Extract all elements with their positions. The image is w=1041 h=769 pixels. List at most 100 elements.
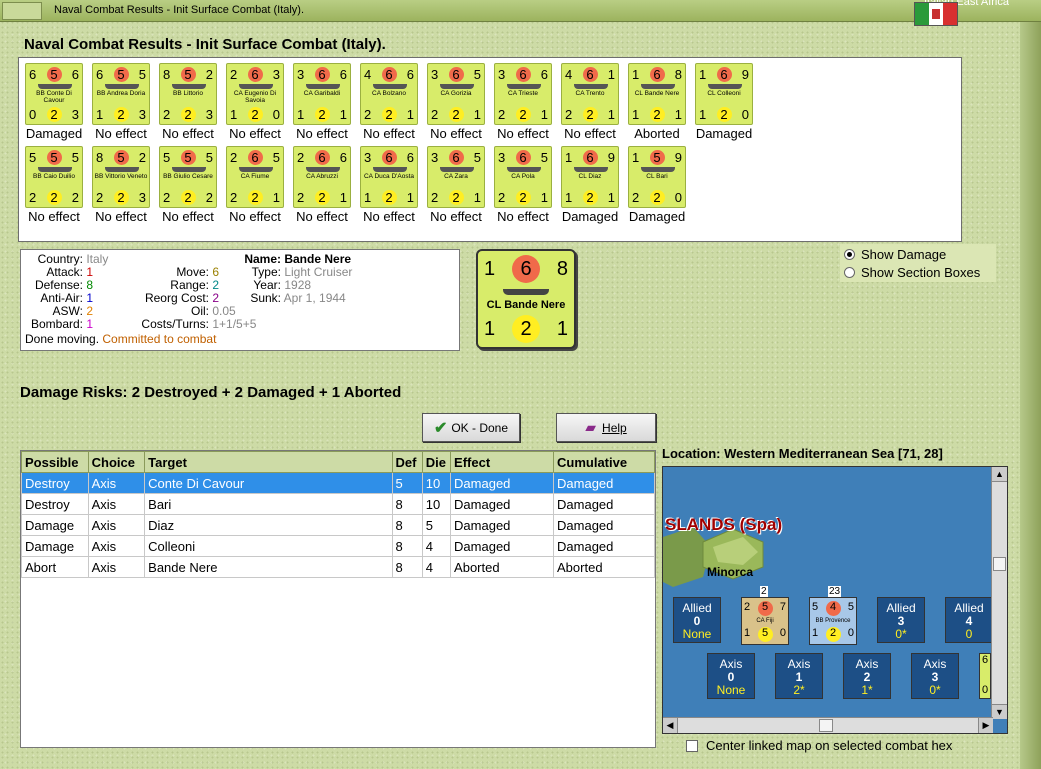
table-row[interactable]: Destroy Axis Conte Di Cavour 5 10 Damaged Dama… xyxy=(21,472,655,494)
table-cell: Diaz xyxy=(144,514,393,536)
unit-card[interactable]: 4 6 1 CA Trento 2 2 1 No effect xyxy=(557,63,623,141)
map-horizontal-scrollbar[interactable]: ◀ ▶ xyxy=(663,717,993,733)
table-row[interactable]: Damage Axis Colleoni 8 4 Damaged Damaged xyxy=(21,535,655,557)
ok-done-button[interactable]: ✔ OK - Done xyxy=(422,413,520,442)
unit-card[interactable]: 3 6 6 CA Garibaldi 1 2 1 No effect xyxy=(289,63,355,141)
scroll-thumb[interactable] xyxy=(993,557,1006,571)
chit-aa: 1 xyxy=(699,107,707,122)
table-row[interactable]: Damage Axis Diaz 8 5 Damaged Damaged xyxy=(21,514,655,536)
unit-card[interactable]: 3 6 6 CA Trieste 2 2 1 No effect xyxy=(490,63,556,141)
table-row[interactable]: Destroy Axis Bari 8 10 Damaged Damaged xyxy=(21,493,655,515)
chit-attack: 4 xyxy=(364,67,372,82)
column-header[interactable]: Target xyxy=(144,451,393,473)
unit-card[interactable]: 6 5 5 BB Andrea Doria 1 2 3 No effect xyxy=(88,63,154,141)
unit-card[interactable]: 3 6 5 CA Gorizia 2 2 1 No effect xyxy=(423,63,489,141)
map-unit-chit[interactable]: 2 2 5 7 CA Fiji 1 5 0 xyxy=(741,586,789,645)
column-header[interactable]: Possible xyxy=(21,451,89,473)
unit-chit[interactable]: 4 6 6 CA Bolzano 2 2 1 xyxy=(360,63,418,125)
section-box[interactable]: Axis 1 2* xyxy=(775,653,823,699)
section-box[interactable]: Axis 0 None xyxy=(707,653,755,699)
unit-card[interactable]: 1 6 8 CL Bande Nere 1 2 1 Aborted xyxy=(624,63,690,141)
unit-card[interactable]: 1 6 9 CL Colleoni 1 2 0 Damaged xyxy=(691,63,757,141)
chit-defense: 5 xyxy=(46,150,62,165)
unit-card[interactable]: 8 5 2 BB Vittorio Veneto 2 2 3 No effect xyxy=(88,146,154,224)
section-box[interactable]: Allied 0 None xyxy=(673,597,721,643)
unit-card[interactable]: 2 6 5 CA Fiume 2 2 1 No effect xyxy=(222,146,288,224)
chit-bottom-stats: 121 xyxy=(361,190,417,205)
section-box[interactable]: Allied 4 0 xyxy=(945,597,993,643)
unit-card[interactable]: 3 6 5 CA Pola 2 2 1 No effect xyxy=(490,146,556,224)
chit-move: 7 xyxy=(779,601,786,613)
combat-map[interactable]: SLANDS (Spa) Minorca Allied 0 None Allied 3 0… xyxy=(662,466,1008,734)
chit-aa: 1 xyxy=(297,107,305,122)
scroll-down-icon[interactable]: ▼ xyxy=(992,704,1007,719)
map-vertical-scrollbar[interactable]: ▲ ▼ xyxy=(991,467,1007,719)
show-damage-radio[interactable]: Show Damage xyxy=(844,247,946,262)
chit-move: 5 xyxy=(272,150,280,165)
column-header[interactable]: Choice xyxy=(87,451,146,473)
unit-card[interactable]: 3 6 5 CA Zara 2 2 1 No effect xyxy=(423,146,489,224)
section-box[interactable]: Axis 3 0* xyxy=(911,653,959,699)
chit-move: 9 xyxy=(674,150,682,165)
range-label: Range: xyxy=(170,278,209,292)
unit-chit[interactable]: 3 6 6 CA Garibaldi 1 2 1 xyxy=(293,63,351,125)
unit-card[interactable]: 5 5 5 BB Caio Duilio 2 2 2 No effect xyxy=(21,146,87,224)
help-button[interactable]: ▰ Help xyxy=(556,413,656,442)
chit-aa: 2 xyxy=(431,107,439,122)
table-cell: 5 xyxy=(421,514,452,536)
chit-bottom-stats: 221 xyxy=(428,190,484,205)
table-row[interactable]: Abort Axis Bande Nere 8 4 Aborted Aborted xyxy=(21,556,655,578)
section-box[interactable]: Allied 3 0* xyxy=(877,597,925,643)
unit-result: No effect xyxy=(497,126,549,141)
unit-card[interactable]: 5 5 5 BB Giulio Cesare 2 2 2 No effect xyxy=(155,146,221,224)
column-header[interactable]: Cumulative xyxy=(553,451,655,473)
unit-chit[interactable]: 3 6 5 CA Pola 2 2 1 xyxy=(494,146,552,208)
unit-card[interactable]: 3 6 6 CA Duca D'Aosta 1 2 1 No effect xyxy=(356,146,422,224)
unit-chit[interactable]: 5 5 5 BB Caio Duilio 2 2 2 xyxy=(25,146,83,208)
unit-chit[interactable]: 4 6 1 CA Trento 2 2 1 xyxy=(561,63,619,125)
column-header[interactable]: Die xyxy=(421,451,452,473)
scroll-thumb-h[interactable] xyxy=(819,719,833,732)
unit-chit[interactable]: 6 5 5 BB Andrea Doria 1 2 3 xyxy=(92,63,150,125)
unit-chit[interactable]: 5 5 5 BB Giulio Cesare 2 2 2 xyxy=(159,146,217,208)
unit-card[interactable]: 8 5 2 BB Littorio 2 2 3 No effect xyxy=(155,63,221,141)
unit-chit[interactable]: 1 6 9 CL Colleoni 1 2 0 xyxy=(695,63,753,125)
window-control[interactable] xyxy=(2,2,42,20)
unit-chit[interactable]: 8 5 2 BB Littorio 2 2 3 xyxy=(159,63,217,125)
edge-unit-chit[interactable]: 60 xyxy=(979,653,991,699)
chit-move: 5 xyxy=(847,601,854,613)
center-linked-checkbox[interactable]: Center linked map on selected combat hex xyxy=(686,738,952,753)
unit-chit[interactable]: 3 6 6 CA Trieste 2 2 1 xyxy=(494,63,552,125)
unit-chit[interactable]: 3 6 6 CA Duca D'Aosta 1 2 1 xyxy=(360,146,418,208)
unit-chit[interactable]: 1 6 8 CL Bande Nere 1 2 1 xyxy=(628,63,686,125)
unit-chit[interactable]: 8 5 2 BB Vittorio Veneto 2 2 3 xyxy=(92,146,150,208)
unit-card[interactable]: 4 6 6 CA Bolzano 2 2 1 No effect xyxy=(356,63,422,141)
unit-chit[interactable]: 3 6 5 CA Zara 2 2 1 xyxy=(427,146,485,208)
chit-asw: 2 xyxy=(716,107,732,122)
unit-card[interactable]: 1 5 9 CL Bari 2 2 0 Damaged xyxy=(624,146,690,224)
unit-chit[interactable]: 1 5 9 CL Bari 2 2 0 xyxy=(628,146,686,208)
section-box[interactable]: Axis 2 1* xyxy=(843,653,891,699)
unit-chit[interactable]: 2 6 6 CA Abruzzi 2 2 1 xyxy=(293,146,351,208)
scroll-left-icon[interactable]: ◀ xyxy=(663,718,678,733)
scroll-right-icon[interactable]: ▶ xyxy=(978,718,993,733)
scroll-up-icon[interactable]: ▲ xyxy=(992,467,1007,482)
column-header[interactable]: Def xyxy=(391,451,423,473)
unit-card[interactable]: 2 6 6 CA Abruzzi 2 2 1 No effect xyxy=(289,146,355,224)
unit-card[interactable]: 1 6 9 CL Diaz 1 2 1 Damaged xyxy=(557,146,623,224)
chit-bombard: 3 xyxy=(138,190,146,205)
unit-chit[interactable]: 1 6 9 CL Diaz 1 2 1 xyxy=(561,146,619,208)
chit-name: CL Bari xyxy=(646,173,668,180)
table-header: Possible Choice Target Def Die Effect Cumulati… xyxy=(21,451,655,473)
show-section-radio[interactable]: Show Section Boxes xyxy=(844,265,980,280)
checkbox-icon xyxy=(686,739,698,752)
column-header[interactable]: Effect xyxy=(450,451,555,473)
unit-card[interactable]: 6 5 6 BB Conte Di Cavour 0 2 3 Damaged xyxy=(21,63,87,141)
unit-card[interactable]: 2 6 3 CA Eugenio Di Savoia 1 2 0 No effect xyxy=(222,63,288,141)
unit-chit[interactable]: 2 6 5 CA Fiume 2 2 1 xyxy=(226,146,284,208)
chit-bombard: 1 xyxy=(339,190,347,205)
unit-chit[interactable]: 6 5 6 BB Conte Di Cavour 0 2 3 xyxy=(25,63,83,125)
unit-chit[interactable]: 2 6 3 CA Eugenio Di Savoia 1 2 0 xyxy=(226,63,284,125)
unit-chit[interactable]: 3 6 5 CA Gorizia 2 2 1 xyxy=(427,63,485,125)
map-unit-chit[interactable]: 23 5 4 5 BB Provence 1 2 0 xyxy=(809,586,857,645)
